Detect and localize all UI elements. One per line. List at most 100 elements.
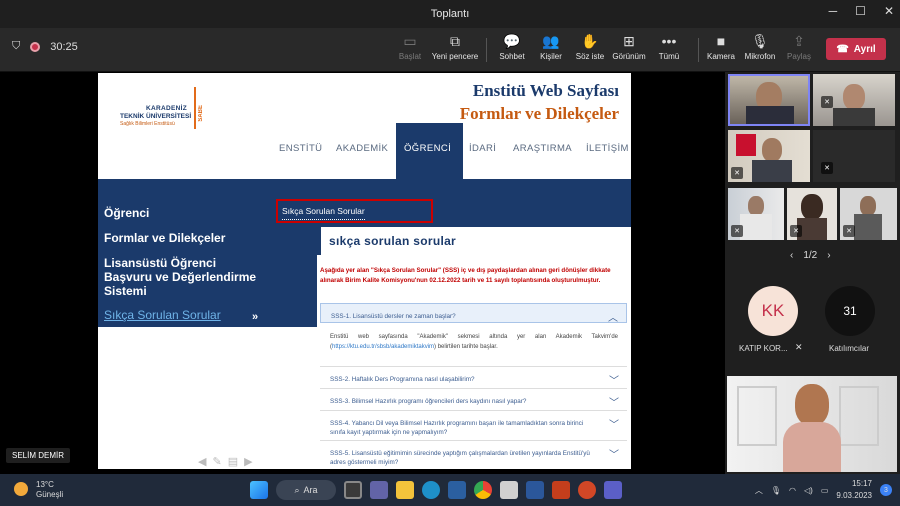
chevron-right-icon[interactable]: › — [827, 250, 830, 261]
participant-count[interactable]: 31 — [825, 286, 875, 336]
menu-formlar[interactable]: Formlar ve Dilekçeler — [104, 232, 225, 245]
participants-label: Katılımcılar — [829, 344, 870, 353]
wifi-icon[interactable]: ◠ — [789, 486, 796, 495]
menu-lisansustu-1[interactable]: Lisansüstü Öğrenci — [104, 257, 216, 270]
subtitles-icon[interactable]: ▤ — [228, 455, 238, 468]
chevron-left-icon[interactable]: ‹ — [790, 250, 793, 261]
phone-hangup-icon: ☎ — [836, 43, 849, 55]
more-icon: ••• — [661, 33, 677, 49]
menu-ogrenci[interactable]: Öğrenci — [104, 207, 149, 220]
nav-enstitu[interactable]: ENSTİTÜ — [279, 143, 322, 154]
participant-panel: ✕ ✕ ✕ ✕ ✕ ✕ KK KATIP KOR... ✕ 31 Katılım… — [725, 72, 900, 474]
video-tile[interactable] — [727, 376, 897, 472]
recording-icon — [30, 41, 41, 52]
maximize-icon[interactable]: ☐ — [855, 4, 866, 18]
close-icon[interactable]: ✕ — [884, 4, 894, 18]
faq-item[interactable]: SSS-3. Bilimsel Hazırlık programı öğrenc… — [320, 388, 627, 410]
store-icon[interactable] — [448, 481, 466, 499]
pen-icon[interactable]: ✎ — [212, 455, 221, 468]
file-explorer-icon[interactable] — [396, 481, 414, 499]
presentation-slide: KARADENİZ TEKNİK ÜNİVERSİTESİ Sağlık Bil… — [98, 73, 631, 469]
weather-widget[interactable]: 13°C Güneşli — [14, 480, 63, 500]
popout-button[interactable]: ⧉ Yeni pencere — [431, 32, 479, 61]
calendar-link[interactable]: https://ktu.edu.tr/sbsb/akademiktakvim — [332, 344, 434, 350]
intro-text: Aşağıda yer alan "Sıkça Sorulan Sorular"… — [320, 267, 611, 284]
menu-lisansustu-3[interactable]: Sistemi — [104, 285, 147, 298]
video-tile[interactable] — [728, 74, 810, 126]
start-icon[interactable] — [250, 481, 268, 499]
mic-off-icon: ✕ — [795, 342, 803, 352]
shared-screen: KARADENİZ TEKNİK ÜNİVERSİTESİ Sağlık Bil… — [0, 72, 725, 474]
window-controls: ─ ☐ ✕ — [829, 4, 894, 18]
notification-badge[interactable]: 3 — [880, 484, 892, 496]
video-tile[interactable]: ✕ — [813, 74, 895, 126]
system-tray: ︿ 🎙 ◠ ◁) ▭ 15:17 9.03.2023 3 — [755, 478, 892, 502]
leave-button[interactable]: ☎ Ayrıl — [826, 38, 886, 60]
taskbar: 13°C Güneşli ⌕ Ara ︿ 🎙 ◠ ◁) ▭ 15:17 9.03.2… — [0, 474, 900, 506]
chevron-up-icon[interactable]: ︿ — [755, 485, 763, 496]
faq-item[interactable]: SSS-4. Yabancı Dil veya Bilimsel Hazırlı… — [320, 410, 627, 440]
video-tile[interactable]: ✕ — [840, 188, 897, 240]
video-tile[interactable]: ✕ — [787, 188, 837, 240]
faq-item[interactable]: SSS-2. Haftalık Ders Programına nasıl ul… — [320, 366, 627, 388]
volume-icon[interactable]: ◁) — [804, 486, 813, 495]
panel-heading: sıkça sorulan sorular — [317, 227, 631, 255]
menu-sss[interactable]: Sıkça Sorulan Sorular — [104, 309, 221, 322]
menu-lisansustu-2[interactable]: Başvuru ve Değerlendirme — [104, 271, 256, 284]
teams-icon[interactable] — [604, 481, 622, 499]
edge-icon[interactable] — [422, 481, 440, 499]
video-tile[interactable]: ✕ — [728, 130, 810, 182]
teams-chat-icon[interactable] — [370, 481, 388, 499]
clock[interactable]: 15:17 9.03.2023 — [836, 478, 872, 502]
chevron-down-icon: ﹀ — [609, 420, 619, 431]
camera-icon: ■ — [716, 33, 726, 49]
more-button[interactable]: ••• Tümü — [645, 32, 693, 61]
video-tile[interactable]: ✕ — [728, 188, 784, 240]
double-chevron-icon: » — [252, 311, 259, 323]
mic-off-icon: ✕ — [790, 225, 802, 237]
university-logo: KARADENİZ TEKNİK ÜNİVERSİTESİ Sağlık Bil… — [106, 83, 206, 129]
participant-pager: ‹ 1/2 › — [790, 250, 831, 261]
nav-arastirma[interactable]: ARAŞTIRMA — [513, 143, 572, 154]
start-button[interactable]: ▭ Başlat — [386, 32, 434, 61]
minimize-icon[interactable]: ─ — [829, 4, 838, 18]
shield-icon: ⛉ — [12, 40, 21, 52]
slide-subtitle: Formlar ve Dilekçeler — [459, 104, 619, 123]
arrow-right-icon[interactable]: ▶ — [244, 455, 252, 468]
powerpoint-icon[interactable] — [578, 481, 596, 499]
chrome-icon[interactable] — [474, 481, 492, 499]
chevron-up-icon: ︿ — [608, 313, 618, 324]
meeting-toolbar: ⛉ 30:25 ▭ Başlat ⧉ Yeni pencere 💬 Sohbet 👥 K… — [0, 28, 900, 72]
avatar[interactable]: KK — [748, 286, 798, 336]
nav-idari[interactable]: İDARİ — [469, 143, 496, 154]
start-icon: ▭ — [403, 33, 417, 49]
task-view-icon[interactable] — [344, 481, 362, 499]
mic-off-icon: ✕ — [731, 225, 743, 237]
mic-off-icon: 🎙 — [751, 33, 769, 49]
site-nav: ENSTİTÜ AKADEMİK ÖĞRENCİ İDARİ ARAŞTIRMA… — [98, 123, 631, 179]
nav-iletisim[interactable]: İLETİŞİM — [586, 143, 629, 154]
acrobat-icon[interactable] — [552, 481, 570, 499]
snipping-tool-icon[interactable] — [500, 481, 518, 499]
faq-answer: Enstitü web sayfasında "Akademik" sekmes… — [330, 334, 618, 350]
window-title: Toplantı — [430, 8, 470, 20]
mic-off-icon: ✕ — [731, 167, 743, 179]
video-tile[interactable]: ✕ — [813, 130, 895, 182]
meeting-timer: 30:25 — [50, 40, 78, 53]
faq-item[interactable]: SSS-1. Lisansüstü dersler ne zaman başla… — [320, 303, 627, 324]
presenter-name: SELİM DEMİR — [6, 448, 71, 463]
share-button[interactable]: ⇪ Paylaş — [775, 32, 823, 61]
arrow-left-icon[interactable]: ◀ — [198, 455, 206, 468]
raise-hand-icon: ✋ — [581, 33, 599, 49]
nav-ogrenci[interactable]: ÖĞRENCİ — [396, 123, 463, 179]
weather-icon — [14, 482, 28, 496]
nav-akademik[interactable]: AKADEMİK — [336, 143, 388, 154]
chevron-down-icon: ﹀ — [609, 398, 619, 409]
highlight-box: Sıkça Sorulan Sorular — [276, 199, 433, 223]
mic-off-icon[interactable]: 🎙 — [771, 486, 781, 495]
view-icon: ⊞ — [623, 33, 635, 49]
faq-item[interactable]: SSS-5. Lisansüstü eğitimimin sürecinde y… — [320, 440, 627, 469]
battery-icon[interactable]: ▭ — [821, 486, 829, 495]
search-button[interactable]: ⌕ Ara — [276, 480, 336, 500]
word-icon[interactable] — [526, 481, 544, 499]
